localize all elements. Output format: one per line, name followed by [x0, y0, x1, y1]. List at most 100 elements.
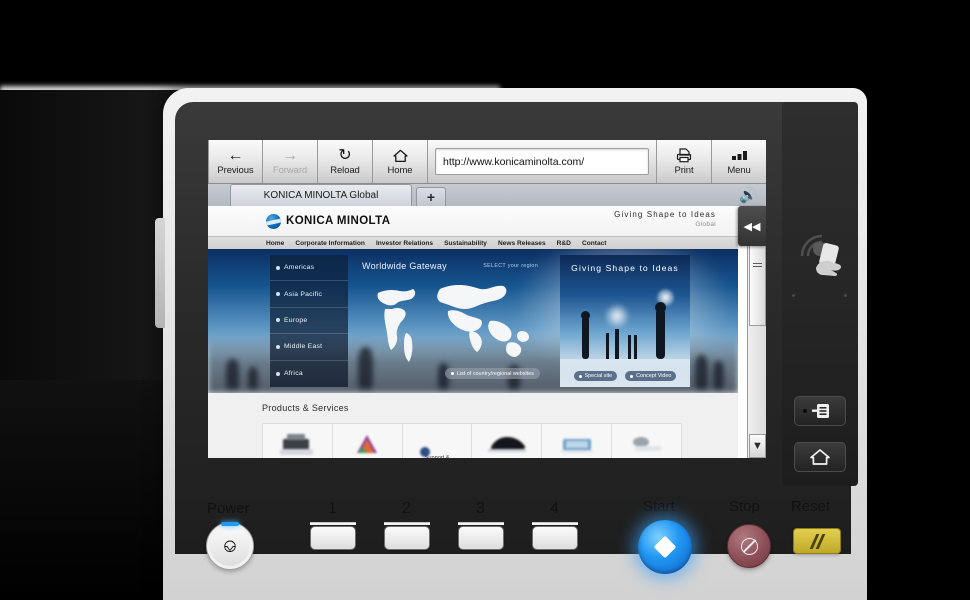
country-list-button[interactable]: List of country/regional websites [444, 368, 540, 379]
arrow-right-icon: → [282, 146, 298, 164]
product-tile[interactable] [333, 424, 403, 458]
scrollbar-grip-icon [753, 263, 762, 269]
bullet-icon [450, 372, 454, 375]
key-3-tick [458, 522, 504, 525]
promo-figure [628, 335, 631, 359]
background-right-dark [860, 0, 970, 600]
color-prism-icon [357, 434, 378, 453]
region-item-middle-east[interactable]: Middle East [270, 334, 348, 361]
reload-icon: ↻ [338, 146, 352, 164]
konica-minolta-logo[interactable]: KONICA MINOLTA [266, 213, 391, 229]
reload-button[interactable]: ↻ Reload [318, 140, 373, 183]
bullet-icon [276, 344, 280, 349]
stop-button[interactable] [727, 524, 771, 568]
collapse-panel-button[interactable]: ◀◀ [738, 206, 766, 246]
promo-panel[interactable]: Giving Shape to Ideas Special site Conce… [560, 255, 690, 387]
power-button[interactable]: ⎉ [206, 522, 254, 570]
promo-button-group: Special site Concept Video [560, 371, 690, 381]
nav-item-contact[interactable]: Contact [582, 240, 607, 247]
concept-video-button[interactable]: Concept Video [625, 371, 677, 381]
arrow-left-icon: ← [227, 146, 244, 164]
key-4-tick [532, 522, 578, 525]
printer-scene: ← Previous → Forward ↻ Reload Home http:… [0, 0, 970, 600]
key-1-tick [310, 522, 356, 525]
page-viewport[interactable]: KONICA MINOLTA Giving Shape to Ideas Glo… [208, 206, 766, 458]
nav-item-investor-relations[interactable]: Investor Relations [376, 240, 433, 247]
region-item-asia-pacific[interactable]: Asia Pacific [270, 281, 348, 308]
access-key-icon [812, 404, 829, 418]
brand-name: KONICA MINOLTA [286, 215, 391, 227]
nav-item-news-releases[interactable]: News Releases [498, 240, 546, 247]
promo-figure [582, 317, 589, 359]
web-page: KONICA MINOLTA Giving Shape to Ideas Glo… [208, 206, 738, 458]
product-tile-support[interactable]: Support & [403, 424, 473, 458]
promo-figure [634, 335, 637, 359]
side-keypad [782, 102, 858, 486]
nav-item-sustainability[interactable]: Sustainability [444, 240, 487, 247]
key-3-label: 3 [476, 500, 485, 517]
nav-item-rd[interactable]: R&D [557, 240, 571, 247]
nav-item-corporate-information[interactable]: Corporate Information [295, 240, 365, 247]
promo-figure [656, 309, 665, 359]
region-item-africa[interactable]: Africa [270, 361, 348, 387]
site-header: KONICA MINOLTA Giving Shape to Ideas Glo… [208, 206, 738, 236]
region-label: Asia Pacific [284, 290, 323, 298]
promo-figure [615, 329, 619, 359]
bullet-icon [276, 292, 280, 297]
numbered-key-3[interactable] [458, 526, 504, 550]
power-label: Power [207, 500, 250, 517]
forward-button[interactable]: → Forward [263, 140, 318, 183]
product-tile-label: Support & [424, 455, 450, 458]
site-tagline-block: Giving Shape to Ideas Global [614, 210, 716, 228]
key-1-label: 1 [328, 500, 337, 517]
power-led-indicator [221, 522, 239, 526]
touchscreen-display[interactable]: ← Previous → Forward ↻ Reload Home http:… [208, 140, 766, 458]
start-diamond-icon [653, 535, 677, 559]
browser-toolbar: ← Previous → Forward ↻ Reload Home http:… [208, 140, 766, 184]
menu-button[interactable]: Menu [711, 140, 766, 183]
tab-konica-minolta-global[interactable]: KONICA MINOLTA Global [230, 184, 412, 206]
previous-button[interactable]: ← Previous [208, 140, 263, 183]
home-label: Home [387, 165, 413, 176]
numbered-key-2[interactable] [384, 526, 430, 550]
numbered-key-1[interactable] [310, 526, 356, 550]
product-tile[interactable] [263, 424, 333, 458]
numbered-key-4[interactable] [532, 526, 578, 550]
region-item-europe[interactable]: Europe [270, 308, 348, 335]
select-region-hint: SELECT your region [483, 263, 538, 269]
home-button[interactable]: Home [373, 140, 428, 183]
hardware-key-row: Power ⎉ 1 2 3 4 Start Stop Reset [163, 478, 867, 600]
region-label: Africa [284, 370, 303, 378]
bullet-icon [630, 374, 634, 378]
print-button[interactable]: Print [656, 140, 711, 183]
start-button[interactable] [638, 520, 692, 574]
panel-screw-left [792, 294, 795, 297]
bullet-icon [276, 265, 280, 270]
reset-button[interactable] [793, 528, 841, 554]
access-key-led [803, 409, 807, 413]
product-tile-grid: Support & [262, 423, 682, 458]
product-tile[interactable] [542, 424, 613, 458]
special-site-button[interactable]: Special site [573, 371, 618, 381]
product-tile[interactable] [612, 424, 681, 458]
url-input[interactable]: http://www.konicaminolta.com/ [435, 148, 649, 175]
region-item-americas[interactable]: Americas [270, 255, 348, 282]
promo-figure [606, 333, 609, 359]
konica-minolta-globe-icon [266, 213, 281, 229]
forward-label: Forward [272, 165, 308, 176]
home-key-button[interactable] [794, 442, 846, 472]
speaker-icon[interactable]: 🔊 [739, 186, 758, 204]
nav-item-home[interactable]: Home [266, 240, 284, 247]
new-tab-button[interactable]: + [416, 187, 446, 206]
home-icon [392, 147, 408, 164]
access-key-button[interactable] [794, 396, 846, 426]
production-press-icon [487, 436, 526, 452]
print-label: Print [674, 165, 694, 176]
nfc-card-reader-icon [796, 230, 848, 282]
product-tile[interactable] [472, 424, 543, 458]
scroll-down-button[interactable]: ▼ [749, 434, 766, 458]
power-icon: ⎉ [222, 535, 238, 557]
panel-screw-right [844, 294, 847, 297]
reload-label: Reload [330, 165, 360, 176]
menu-icon [731, 147, 748, 164]
